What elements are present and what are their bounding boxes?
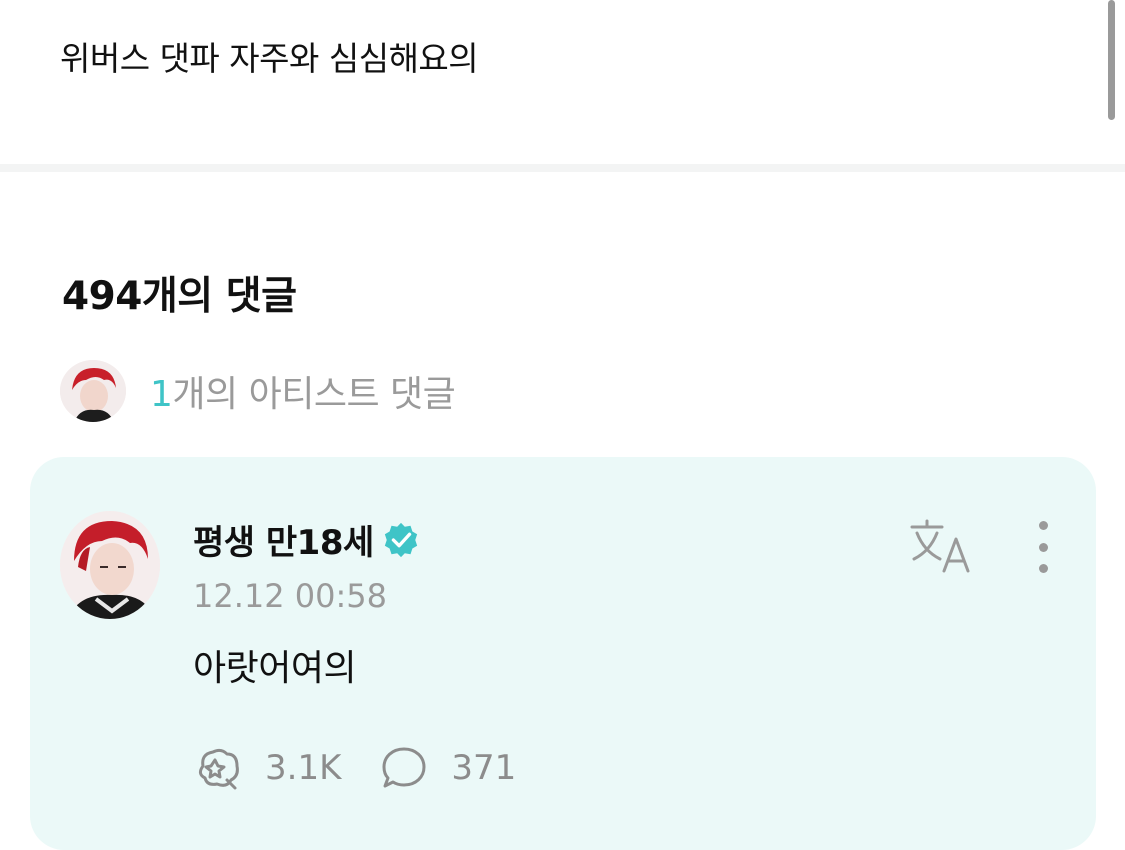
post-text: 위버스 댓파 자주와 심심해요의 [60, 39, 479, 78]
more-dot [1038, 564, 1048, 573]
artist-comments-label: 1개의 아티스트 댓글 [150, 365, 456, 417]
comment-text: 아랏어여의 [193, 648, 357, 689]
like-button[interactable]: 3.1K [193, 744, 341, 792]
like-icon [198, 748, 239, 790]
comment-count-heading: 494개의 댓글 [62, 274, 297, 319]
author-name[interactable]: 평생 만18세 [193, 515, 374, 564]
artist-comments-text: 개의 아티스트 댓글 [172, 374, 456, 415]
reply-count: 371 [451, 748, 517, 788]
more-dot [1038, 542, 1048, 552]
author-avatar[interactable] [60, 511, 160, 619]
speech-bubble-icon [382, 747, 426, 788]
comment-card: 평생 만18세 12.12 00:58 아랏어여의 3.1K 371 [30, 457, 1096, 850]
section-divider [0, 164, 1125, 172]
artist-comments-toggle[interactable]: 1개의 아티스트 댓글 [60, 360, 456, 422]
more-vertical-icon[interactable] [1028, 521, 1058, 573]
comment-actions: 3.1K 371 [193, 744, 516, 792]
author-row: 평생 만18세 [193, 515, 420, 564]
scrollbar[interactable] [1108, 0, 1115, 120]
comment-timestamp: 12.12 00:58 [193, 577, 387, 615]
like-count: 3.1K [265, 748, 342, 788]
reply-button[interactable]: 371 [379, 744, 516, 792]
more-dot [1038, 521, 1048, 530]
translate-icon[interactable] [908, 517, 974, 573]
artist-avatar [60, 360, 126, 422]
verified-badge-icon [384, 522, 417, 557]
artist-comments-count: 1 [150, 374, 173, 415]
